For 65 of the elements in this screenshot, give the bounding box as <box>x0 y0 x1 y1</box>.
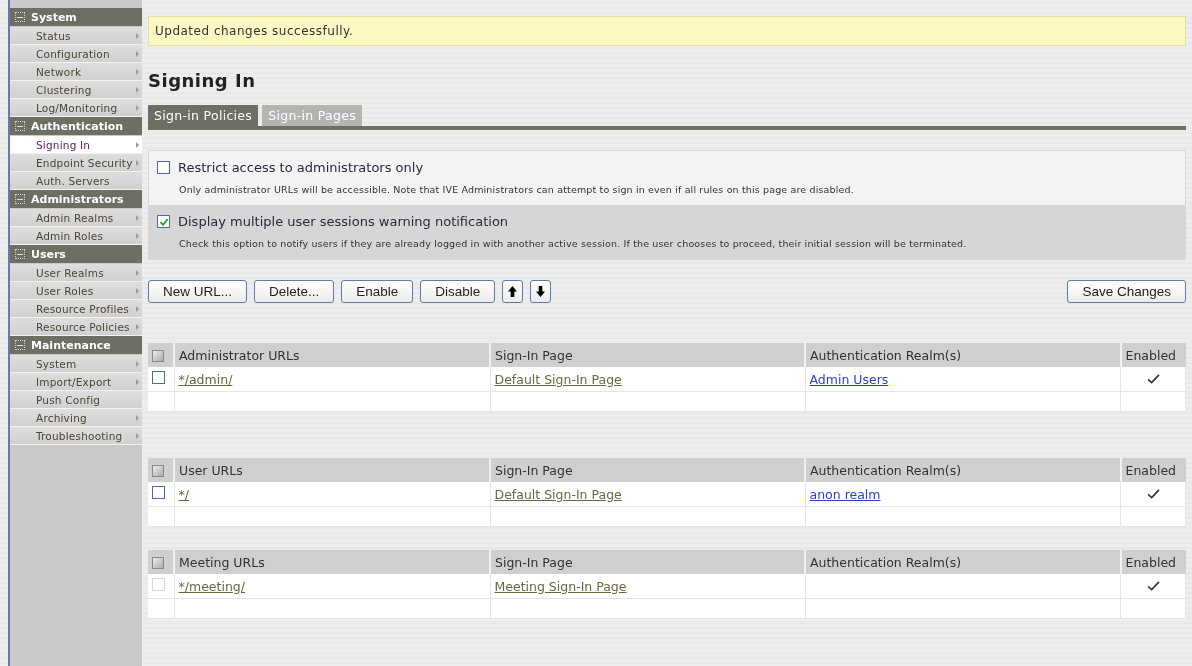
option-description: Only administrator URLs will be accessible. Note that IVE Administrators can attempt to sign in even if all rules on this page are disabled. <box>179 184 855 195</box>
select-all-icon[interactable] <box>152 557 164 569</box>
column-header: Sign-In Page <box>490 550 805 574</box>
sidebar-item[interactable]: Configuration <box>10 45 142 63</box>
column-header: Administrator URLs <box>174 343 490 367</box>
column-header: Meeting URLs <box>174 550 490 574</box>
save-changes-button[interactable]: Save Changes <box>1067 280 1186 303</box>
toolbar-button[interactable]: New URL... <box>148 280 248 303</box>
up-arrow-icon <box>508 286 518 297</box>
move-down-button[interactable] <box>530 280 552 303</box>
url-link[interactable]: */admin/ <box>178 371 233 387</box>
sidebar-item[interactable]: Archiving <box>10 409 142 427</box>
row-checkbox[interactable] <box>152 371 165 384</box>
sidebar-item[interactable]: Endpoint Security <box>10 154 142 172</box>
success-message: Updated changes successfully. <box>148 16 1186 46</box>
select-all-icon[interactable] <box>152 465 164 477</box>
sidebar-item[interactable]: Log/Monitoring <box>10 99 142 117</box>
sidebar-section-header[interactable]: Authentication <box>10 117 142 136</box>
sidebar-item[interactable]: Network <box>10 63 142 81</box>
sidebar-section-header[interactable]: Users <box>10 245 142 264</box>
sidebar-item[interactable]: Status <box>10 27 142 45</box>
sidebar-item[interactable]: Signing In <box>10 136 142 154</box>
sidebar-item[interactable]: User Roles <box>10 282 142 300</box>
row-checkbox[interactable] <box>152 486 165 499</box>
option-label: Restrict access to administrators only <box>178 160 424 175</box>
sidebar-item[interactable]: Troubleshooting <box>10 427 142 445</box>
column-header: Authentication Realm(s) <box>805 458 1121 482</box>
column-header: Enabled <box>1120 343 1186 367</box>
column-header: Sign-In Page <box>490 343 805 367</box>
sidebar-item[interactable]: Auth. Servers <box>10 172 142 190</box>
column-header: Enabled <box>1120 458 1186 482</box>
sidebar-item[interactable]: User Realms <box>10 264 142 282</box>
column-header: Authentication Realm(s) <box>805 343 1121 367</box>
sidebar-item[interactable]: Push Config <box>10 391 142 409</box>
sidebar-item[interactable]: Resource Profiles <box>10 300 142 318</box>
sidebar-item[interactable]: Clustering <box>10 81 142 99</box>
sign-in-page-link[interactable]: Default Sign-In Page <box>494 486 622 502</box>
move-up-button[interactable] <box>502 280 524 303</box>
sidebar-section-header[interactable]: System <box>10 8 142 27</box>
column-header: Authentication Realm(s) <box>805 550 1121 574</box>
sidebar-item[interactable]: System <box>10 355 142 373</box>
sidebar-section-header[interactable]: Maintenance <box>10 336 142 355</box>
realm-link[interactable]: Admin Users <box>809 371 889 387</box>
down-arrow-icon <box>536 286 546 297</box>
toolbar-button[interactable]: Delete... <box>254 280 335 303</box>
sign-in-page-link[interactable]: Default Sign-In Page <box>494 371 622 387</box>
toolbar-button[interactable]: Enable <box>341 280 414 303</box>
column-header: User URLs <box>174 458 490 482</box>
option-label: Display multiple user sessions warning notification <box>178 214 509 229</box>
realm-link[interactable]: anon realm <box>809 486 881 502</box>
option-description: Check this option to notify users if they are already logged in with another active session. If the user chooses to proceed, their initial session will be terminated. <box>179 238 968 249</box>
sidebar-item[interactable]: Admin Roles <box>10 227 142 245</box>
sidebar-item[interactable]: Resource Policies <box>10 318 142 336</box>
sidebar-item[interactable]: Import/Export <box>10 373 142 391</box>
column-header: Enabled <box>1120 550 1186 574</box>
page-title: Signing In <box>148 70 257 91</box>
column-header: Sign-In Page <box>490 458 805 482</box>
checkbox[interactable] <box>157 161 170 174</box>
tab[interactable]: Sign-in Policies <box>148 105 259 126</box>
toolbar-button[interactable]: Disable <box>420 280 496 303</box>
sidebar-item[interactable]: Admin Realms <box>10 209 142 227</box>
sidebar-section-header[interactable]: Administrators <box>10 190 142 209</box>
select-all-icon[interactable] <box>152 350 164 362</box>
checkbox[interactable] <box>157 215 170 228</box>
url-link[interactable]: */ <box>178 486 189 502</box>
